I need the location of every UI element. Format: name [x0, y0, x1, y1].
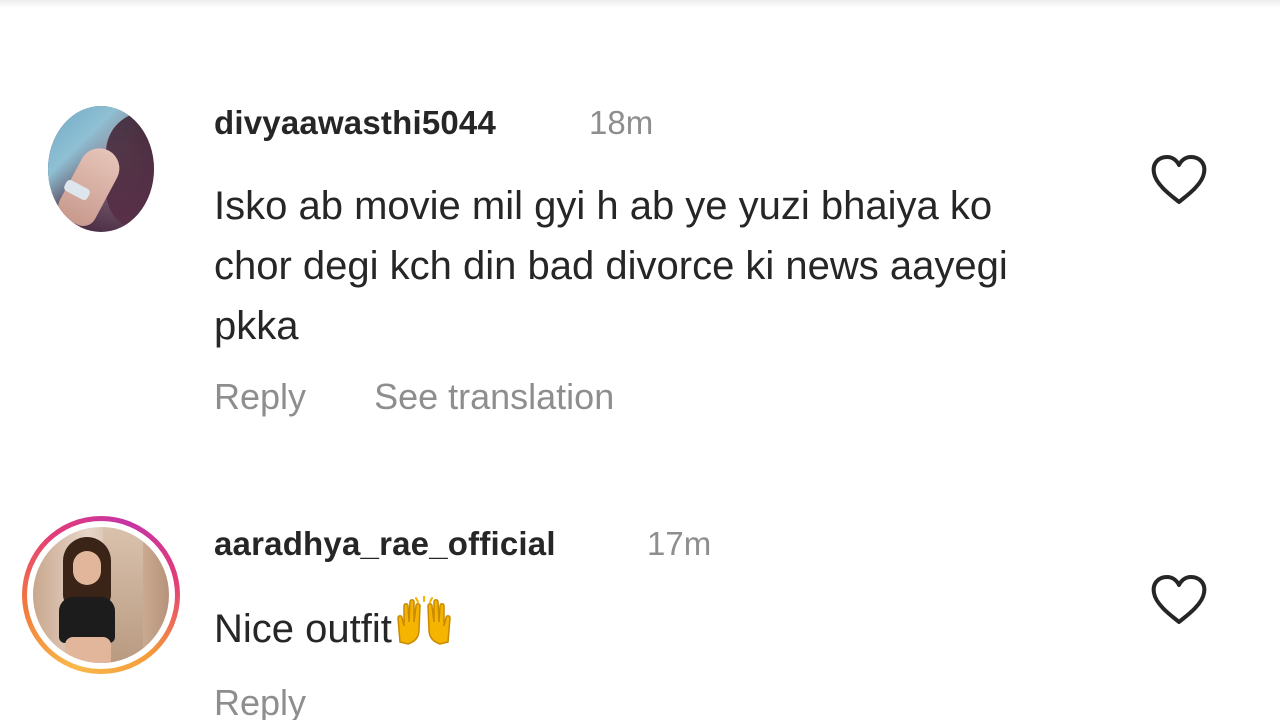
see-translation-button[interactable]: See translation	[374, 376, 614, 418]
story-ring[interactable]	[22, 516, 180, 674]
avatar-skin	[65, 637, 111, 663]
raised-hands-emoji	[397, 596, 451, 645]
comment-text-content: Nice outfit	[214, 607, 392, 651]
comment-timestamp: 18m	[589, 104, 654, 141]
heart-outline-icon[interactable]	[1150, 154, 1208, 206]
avatar	[33, 527, 169, 663]
comments-screen: divyaawasthi5044 18m Isko ab movie mil g…	[0, 0, 1280, 720]
comment-username[interactable]: aaradhya_rae_official	[214, 525, 556, 563]
reply-button[interactable]: Reply	[214, 376, 306, 418]
comment-actions: Reply	[214, 682, 364, 720]
avatar[interactable]	[48, 106, 154, 232]
heart-outline-icon[interactable]	[1150, 574, 1208, 626]
comment-text: Isko ab movie mil gyi h ab ye yuzi bhaiy…	[214, 184, 1008, 348]
comment-timestamp: 17m	[647, 525, 712, 562]
comment-username[interactable]: divyaawasthi5044	[214, 104, 496, 142]
reply-button[interactable]: Reply	[214, 682, 306, 720]
top-divider	[0, 0, 1280, 8]
comment-actions: Reply See translation	[214, 376, 672, 418]
avatar-face	[73, 551, 101, 585]
comment-text: Nice outfit	[214, 596, 1014, 659]
